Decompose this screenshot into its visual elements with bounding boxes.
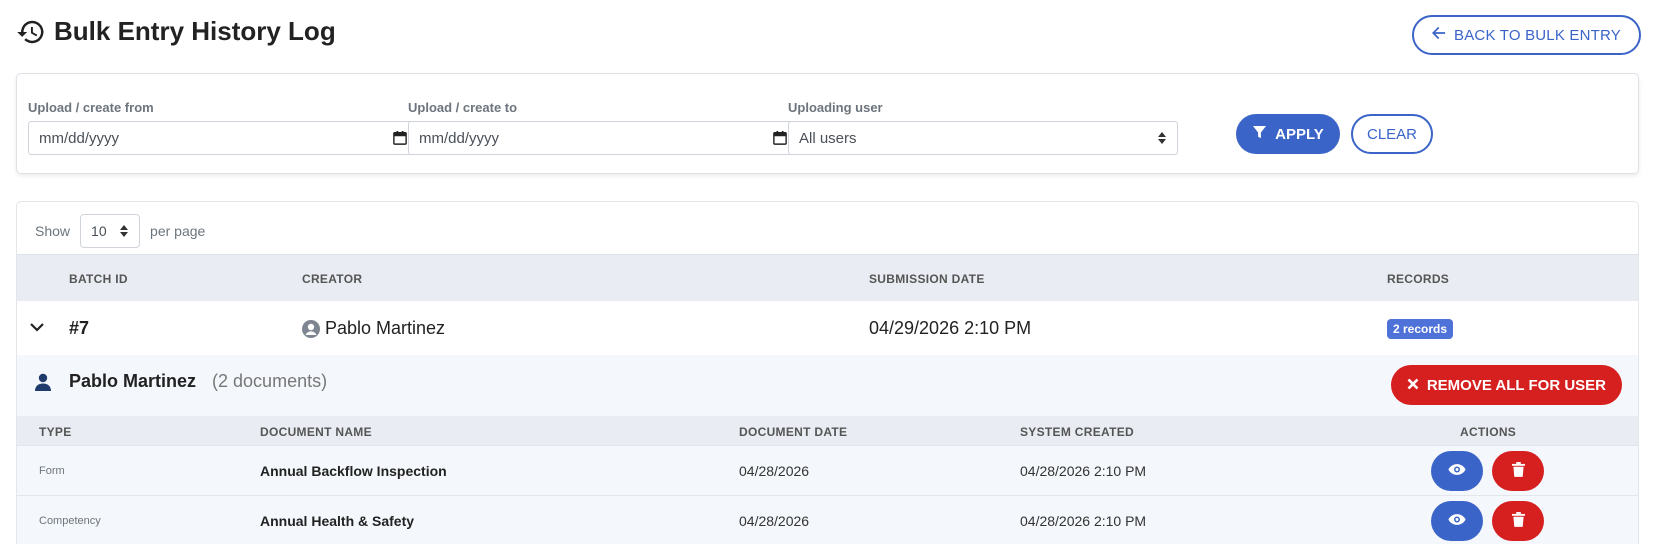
from-date-field: Upload / create from mm/dd/yyyy xyxy=(28,100,418,155)
document-name: Annual Health & Safety xyxy=(260,513,415,529)
calendar-icon[interactable] xyxy=(393,131,407,145)
clear-button[interactable]: CLEAR xyxy=(1351,114,1433,154)
detail-user-header: Pablo Martinez (2 documents) xyxy=(35,371,327,392)
column-system-created: SYSTEM CREATED xyxy=(1020,425,1134,439)
document-count: (2 documents) xyxy=(212,371,328,391)
trash-icon xyxy=(1511,512,1525,530)
system-created-date: 04/28/2026 2:10 PM xyxy=(1020,463,1147,479)
batch-detail-panel: Pablo Martinez (2 documents) REMOVE ALL … xyxy=(17,355,1638,544)
per-page-value: 10 xyxy=(91,223,107,239)
document-date: 04/28/2026 xyxy=(739,463,810,479)
to-date-label: Upload / create to xyxy=(408,100,518,115)
chevron-down-icon[interactable] xyxy=(29,319,45,335)
from-date-input[interactable]: mm/dd/yyyy xyxy=(28,121,418,155)
document-date: 04/28/2026 xyxy=(739,513,810,529)
to-date-field: Upload / create to mm/dd/yyyy xyxy=(408,100,798,155)
arrow-left-icon xyxy=(1432,26,1446,44)
calendar-icon[interactable] xyxy=(773,131,787,145)
column-batch-id: BATCH ID xyxy=(69,272,128,286)
back-button-label: BACK TO BULK ENTRY xyxy=(1454,26,1621,44)
table-row: Competency Annual Health & Safety 04/28/… xyxy=(17,495,1638,544)
view-document-button[interactable] xyxy=(1431,451,1483,491)
eye-icon xyxy=(1448,463,1466,479)
apply-button[interactable]: APPLY xyxy=(1236,114,1340,154)
user-circle-icon xyxy=(302,319,320,338)
trash-icon xyxy=(1511,462,1525,480)
column-creator: CREATOR xyxy=(302,272,363,286)
column-records: RECORDS xyxy=(1387,272,1450,286)
document-name: Annual Backflow Inspection xyxy=(260,463,447,479)
eye-icon xyxy=(1448,513,1466,529)
uploading-user-label: Uploading user xyxy=(788,100,883,115)
history-icon xyxy=(16,17,46,47)
table-row: Form Annual Backflow Inspection 04/28/20… xyxy=(17,445,1638,495)
batch-id: #7 xyxy=(69,318,90,338)
per-page-label: per page xyxy=(150,223,206,239)
column-document-date: DOCUMENT DATE xyxy=(739,425,848,439)
history-table-card: Show 10 per page BATCH ID CREATOR SUBMIS… xyxy=(16,201,1639,544)
from-date-placeholder: mm/dd/yyyy xyxy=(39,129,120,147)
from-date-label: Upload / create from xyxy=(28,100,154,115)
uploading-user-value: All users xyxy=(799,129,857,147)
filter-panel: Upload / create from mm/dd/yyyy Upload /… xyxy=(16,73,1639,174)
to-date-input[interactable]: mm/dd/yyyy xyxy=(408,121,798,155)
page-title-text: Bulk Entry History Log xyxy=(54,16,336,46)
per-page-control: Show 10 per page xyxy=(35,214,205,248)
column-submission-date: SUBMISSION DATE xyxy=(869,272,985,286)
view-document-button[interactable] xyxy=(1431,501,1483,541)
column-type: TYPE xyxy=(39,425,72,439)
column-actions: ACTIONS xyxy=(1460,425,1517,439)
user-icon xyxy=(35,373,53,391)
sort-arrows-icon xyxy=(119,224,129,238)
records-badge: 2 records xyxy=(1387,319,1454,339)
close-icon xyxy=(1407,377,1419,394)
back-to-bulk-entry-button[interactable]: BACK TO BULK ENTRY xyxy=(1412,15,1641,55)
column-document-name: DOCUMENT NAME xyxy=(260,425,372,439)
batch-submission-date: 04/29/2026 2:10 PM xyxy=(869,318,1032,338)
apply-button-label: APPLY xyxy=(1275,125,1324,143)
detail-user-name: Pablo Martinez xyxy=(69,371,197,391)
delete-document-button[interactable] xyxy=(1492,501,1544,541)
filter-icon xyxy=(1252,125,1267,144)
sort-arrows-icon xyxy=(1157,131,1167,145)
remove-all-label: REMOVE ALL FOR USER xyxy=(1426,376,1606,394)
per-page-select[interactable]: 10 xyxy=(80,214,141,248)
page-header: Bulk Entry History Log BACK TO BULK ENTR… xyxy=(16,14,1641,58)
batch-creator-name: Pablo Martinez xyxy=(325,318,446,338)
document-type: Competency xyxy=(39,515,101,527)
batch-creator: Pablo Martinez xyxy=(302,318,445,339)
table-header: BATCH ID CREATOR SUBMISSION DATE RECORDS xyxy=(17,254,1638,301)
to-date-placeholder: mm/dd/yyyy xyxy=(419,129,500,147)
delete-document-button[interactable] xyxy=(1492,451,1544,491)
table-row[interactable]: #7 Pablo Martinez 04/29/2026 2:10 PM 2 r… xyxy=(17,301,1638,355)
page-title: Bulk Entry History Log xyxy=(16,16,336,47)
document-type: Form xyxy=(39,465,65,477)
remove-all-for-user-button[interactable]: REMOVE ALL FOR USER xyxy=(1390,365,1622,405)
uploading-user-select[interactable]: All users xyxy=(788,121,1178,155)
show-label: Show xyxy=(35,223,71,239)
documents-table-header: TYPE DOCUMENT NAME DOCUMENT DATE SYSTEM … xyxy=(17,416,1638,445)
system-created-date: 04/28/2026 2:10 PM xyxy=(1020,513,1147,529)
uploading-user-field: Uploading user All users xyxy=(788,100,1178,155)
